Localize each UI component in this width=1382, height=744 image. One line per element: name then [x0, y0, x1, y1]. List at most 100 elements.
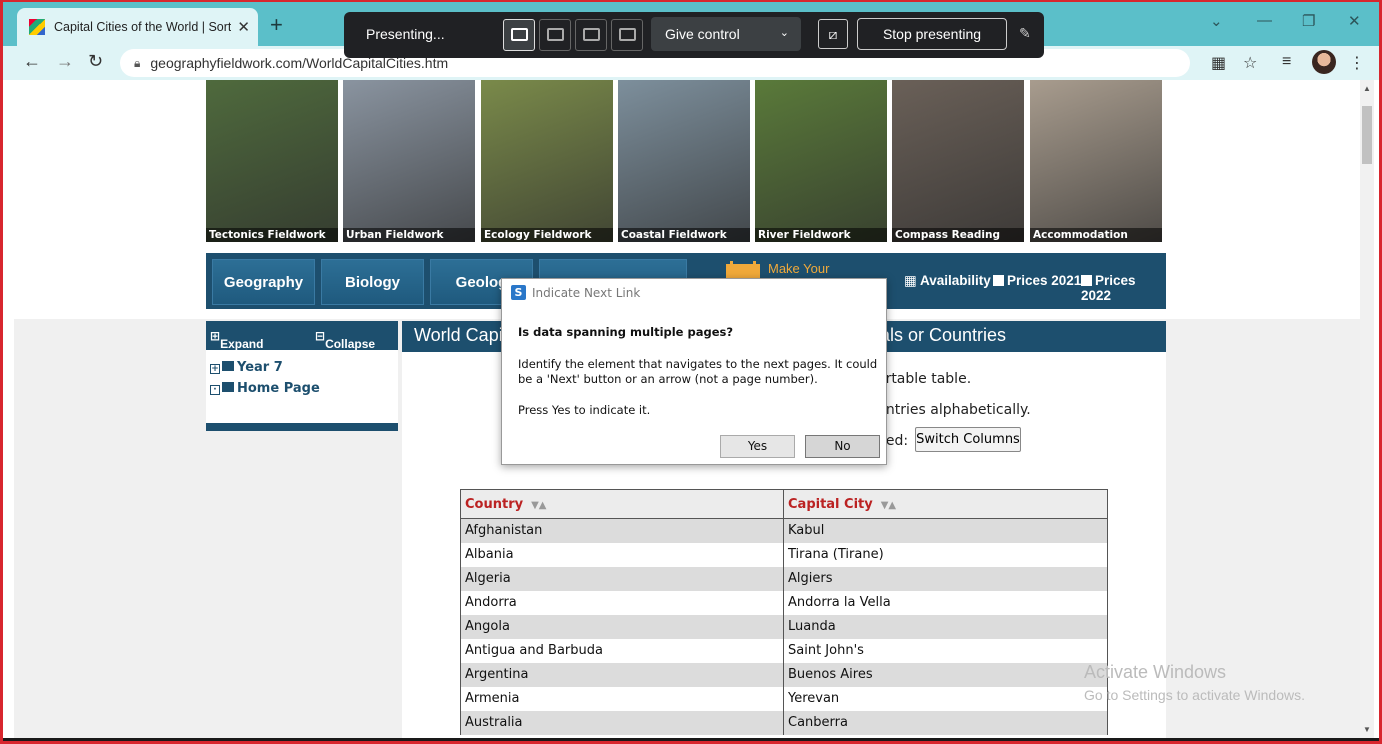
cell-capital: Algiers: [783, 566, 1108, 591]
cell-country: Armenia: [460, 686, 784, 711]
sidebar-tree: + Year 7 · Home Page: [206, 350, 398, 423]
photo-tile[interactable]: River Fieldwork: [755, 80, 887, 242]
table-row: Andorra Andorra la Vella: [460, 590, 1108, 615]
sort-icon[interactable]: ▼▲: [881, 500, 896, 511]
photo-caption: Tectonics Fieldwork: [206, 228, 338, 242]
dialog-title: Indicate Next Link: [532, 286, 641, 300]
table-row: Australia Canberra: [460, 710, 1108, 735]
tree-item-year-7[interactable]: + Year 7: [210, 360, 283, 375]
intro-text-2: untries alphabetically.: [877, 402, 1031, 418]
chevron-down-icon: ⌄: [779, 27, 789, 39]
cell-country: Andorra: [460, 590, 784, 615]
checkbox-icon: [993, 275, 1004, 286]
tab-search-icon[interactable]: ⌄: [1210, 12, 1223, 30]
tree-item-label: Year 7: [237, 360, 283, 375]
layout-grid-icon[interactable]: [611, 19, 643, 51]
presenting-toolbar: Presenting... Give control ⌄ ⧄ Stop pres…: [344, 12, 1044, 58]
cell-capital: Luanda: [783, 614, 1108, 639]
expand-all-button[interactable]: ⊞ Expand All: [210, 329, 263, 365]
column-header-capital[interactable]: Capital City ▼▲: [783, 489, 1108, 519]
sort-icon[interactable]: ▼▲: [531, 500, 546, 511]
table-row: Armenia Yerevan: [460, 686, 1108, 711]
table-row: Albania Tirana (Tirane): [460, 542, 1108, 567]
cell-country: Angola: [460, 614, 784, 639]
sidebar-header: ⊞ Expand All ⊟ Collapse All: [206, 321, 398, 365]
scroll-down-icon[interactable]: ▼: [1363, 725, 1371, 734]
photo-tile[interactable]: Accommodation: [1030, 80, 1162, 242]
menu-tab-biology[interactable]: Biology: [321, 259, 424, 305]
browser-tab[interactable]: Capital Cities of the World | Sortab ✕: [17, 8, 258, 46]
column-header-country[interactable]: Country ▼▲: [460, 489, 784, 519]
dialog-prompt: Press Yes to indicate it.: [518, 403, 651, 417]
scrollbar-thumb[interactable]: [1362, 106, 1372, 164]
cell-country: Antigua and Barbuda: [460, 638, 784, 663]
bookmark-star-icon[interactable]: ☆: [1243, 53, 1257, 73]
photo-caption: Ecology Fieldwork: [481, 228, 613, 242]
cell-country: Algeria: [460, 566, 784, 591]
header-label: Country: [465, 496, 524, 512]
prices-2022-link[interactable]: Prices 2022: [1081, 273, 1166, 303]
collapse-icon[interactable]: ·: [210, 385, 220, 395]
header-label: Capital City: [788, 496, 873, 512]
availability-calendar-icon: ▦: [904, 273, 921, 288]
availability-link[interactable]: ▦ Availability: [904, 273, 991, 289]
back-icon[interactable]: ←: [23, 51, 41, 72]
prices-2021-link[interactable]: Prices 2021: [993, 273, 1081, 288]
screen-frame: Capital Cities of the World | Sortab ✕ +…: [0, 0, 1382, 744]
table-row: Antigua and Barbuda Saint John's: [460, 638, 1108, 663]
photo-tile[interactable]: Tectonics Fieldwork: [206, 80, 338, 242]
cell-country: Albania: [460, 542, 784, 567]
scroll-up-icon[interactable]: ▲: [1363, 84, 1371, 93]
layout-pip-icon[interactable]: [539, 19, 571, 51]
photo-caption: Compass Reading: [892, 228, 1024, 242]
close-window-icon[interactable]: ✕: [1348, 12, 1361, 30]
table-row: Angola Luanda: [460, 614, 1108, 639]
intro-text-1: ortable table.: [877, 371, 972, 387]
minimize-icon[interactable]: —: [1257, 12, 1272, 29]
folder-icon: [222, 361, 234, 371]
give-control-dropdown[interactable]: Give control ⌄: [651, 17, 801, 51]
photo-tile[interactable]: Coastal Fieldwork: [618, 80, 750, 242]
dialog-instructions: Identify the element that navigates to t…: [518, 357, 878, 386]
cell-capital: Canberra: [783, 710, 1108, 735]
cell-capital: Kabul: [783, 518, 1108, 543]
cell-capital: Tirana (Tirane): [783, 542, 1108, 567]
layout-side-icon[interactable]: [575, 19, 607, 51]
reload-icon[interactable]: ↻: [88, 51, 103, 72]
menu-tab-geography[interactable]: Geography: [212, 259, 315, 305]
new-tab-icon[interactable]: +: [270, 12, 283, 38]
photo-caption: Accommodation: [1030, 228, 1162, 242]
stop-presenting-button[interactable]: Stop presenting: [857, 18, 1007, 50]
media-queue-icon[interactable]: ≡: [1282, 53, 1291, 71]
cell-capital: Saint John's: [783, 638, 1108, 663]
photo-strip: Tectonics Fieldwork Urban Fieldwork Ecol…: [206, 80, 1166, 242]
photo-tile[interactable]: Urban Fieldwork: [343, 80, 475, 242]
give-control-label: Give control: [665, 26, 740, 42]
table-row: Argentina Buenos Aires: [460, 662, 1108, 687]
yes-button[interactable]: Yes: [720, 435, 795, 458]
photo-caption: Coastal Fieldwork: [618, 228, 750, 242]
restore-icon[interactable]: ❐: [1302, 12, 1315, 30]
stop-cast-icon[interactable]: ⧄: [818, 19, 848, 49]
no-button[interactable]: No: [805, 435, 880, 458]
layout-full-icon[interactable]: [503, 19, 535, 51]
indicate-next-link-dialog: S Indicate Next Link Is data spanning mu…: [501, 278, 887, 465]
expand-icon[interactable]: +: [210, 364, 220, 374]
table-row: Algeria Algiers: [460, 566, 1108, 591]
page-scrollbar[interactable]: ▲ ▼: [1360, 80, 1374, 740]
pin-icon[interactable]: ✎: [1019, 25, 1031, 42]
photo-tile[interactable]: Ecology Fieldwork: [481, 80, 613, 242]
switch-columns-button[interactable]: Switch Columns: [915, 427, 1021, 452]
forward-icon[interactable]: →: [56, 51, 74, 72]
table-row: Afghanistan Kabul: [460, 518, 1108, 543]
capitals-table: Country ▼▲ Capital City ▼▲ Afghanistan Kabu…: [460, 489, 1108, 735]
collapse-all-button[interactable]: ⊟ Collapse All: [315, 329, 375, 365]
qr-code-icon[interactable]: ▦: [1211, 53, 1226, 73]
profile-avatar[interactable]: [1312, 50, 1336, 74]
make-your-link[interactable]: Make Your: [768, 261, 829, 276]
tree-item-home-page[interactable]: · Home Page: [210, 381, 320, 396]
tab-close-icon[interactable]: ✕: [237, 18, 250, 36]
cell-capital: Andorra la Vella: [783, 590, 1108, 615]
photo-tile[interactable]: Compass Reading: [892, 80, 1024, 242]
browser-menu-icon[interactable]: ⋮: [1349, 53, 1365, 73]
